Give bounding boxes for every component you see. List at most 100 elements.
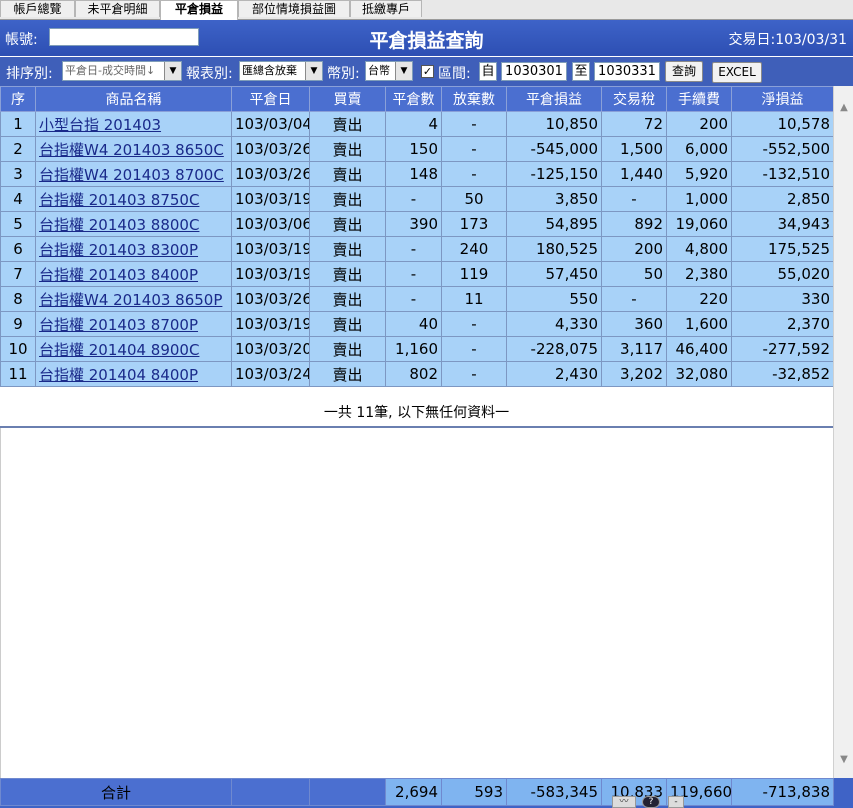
product-link[interactable]: 台指權 201403 8800C	[39, 216, 199, 234]
tab-closed-pnl[interactable]: 平倉損益	[160, 0, 238, 20]
cell-product[interactable]: 台指權 201403 8800C	[35, 211, 232, 237]
product-link[interactable]: 台指權 201404 8900C	[39, 341, 199, 359]
cell-close-pnl: -545,000	[506, 136, 602, 162]
cell-close-qty: -	[385, 286, 442, 312]
totals-label: 合計	[0, 778, 232, 806]
cell-close-qty: -	[385, 186, 442, 212]
cell-product[interactable]: 台指權W4 201403 8700C	[35, 161, 232, 187]
col-header-close-qty[interactable]: 平倉數	[385, 86, 442, 112]
cell-seq: 2	[0, 136, 36, 162]
product-link[interactable]: 台指權W4 201403 8650C	[39, 141, 224, 159]
cell-side: 賣出	[309, 236, 386, 262]
table-row[interactable]: 10 台指權 201404 8900C 103/03/20 賣出 1,160- -228,…	[0, 336, 834, 362]
cell-product[interactable]: 台指權 201403 8700P	[35, 311, 232, 337]
cell-seq: 10	[0, 336, 36, 362]
totals-close-qty: 2,694	[385, 778, 442, 806]
product-link[interactable]: 台指權 201404 8400P	[39, 366, 198, 384]
cell-seq: 3	[0, 161, 36, 187]
cell-abandon-qty: 173	[441, 211, 507, 237]
sort-label: 排序別:	[6, 66, 53, 82]
cell-product[interactable]: 台指權 201404 8400P	[35, 361, 232, 387]
report-label: 報表別:	[186, 66, 233, 82]
table-row[interactable]: 2 台指權W4 201403 8650C 103/03/26 賣出 150- -545,0…	[0, 136, 834, 162]
col-header-close-date[interactable]: 平倉日	[231, 86, 310, 112]
product-link[interactable]: 台指權W4 201403 8650P	[39, 291, 222, 309]
cell-close-pnl: 4,330	[506, 311, 602, 337]
table-row[interactable]: 7 台指權 201403 8400P 103/03/19 賣出 -119 57,450 50…	[0, 261, 834, 287]
cell-abandon-qty: -	[441, 161, 507, 187]
product-link[interactable]: 台指權 201403 8300P	[39, 241, 198, 259]
col-header-tax[interactable]: 交易稅	[601, 86, 667, 112]
cell-close-pnl: 57,450	[506, 261, 602, 287]
cell-close-qty: -	[385, 261, 442, 287]
range-checkbox[interactable]: ✓	[421, 65, 434, 78]
tab-account-overview[interactable]: 帳戶總覽	[0, 0, 75, 17]
cell-close-pnl: 550	[506, 286, 602, 312]
cell-product[interactable]: 台指權W4 201403 8650C	[35, 136, 232, 162]
range-label: 區間:	[438, 66, 471, 82]
table-row[interactable]: 11 台指權 201404 8400P 103/03/24 賣出 802-2,430 3,…	[0, 361, 834, 387]
help-icon[interactable]: ?	[642, 796, 660, 808]
cell-net-pnl: 330	[731, 286, 834, 312]
cell-fee: 46,400	[666, 336, 732, 362]
from-date-input[interactable]: 1030301	[501, 62, 567, 81]
tab-collateral-account[interactable]: 抵繳專戶	[350, 0, 422, 17]
col-header-seq[interactable]: 序	[0, 86, 36, 112]
table-header-row: 序 商品名稱 平倉日 買賣 平倉數 放棄數 平倉損益 交易稅 手續費 淨損益	[0, 86, 834, 112]
totals-abandon-qty: 593	[441, 778, 507, 806]
cell-product[interactable]: 台指權 201403 8750C	[35, 186, 232, 212]
cell-product[interactable]: 台指權 201403 8300P	[35, 236, 232, 262]
cell-net-pnl: -32,852	[731, 361, 834, 387]
cell-net-pnl: -132,510	[731, 161, 834, 187]
query-button[interactable]: 查詢	[665, 61, 703, 82]
cell-close-date: 103/03/19	[231, 261, 310, 287]
cell-product[interactable]: 台指權W4 201403 8650P	[35, 286, 232, 312]
chart-icon[interactable]: 〰	[612, 796, 636, 808]
cell-abandon-qty: 240	[441, 236, 507, 262]
cell-side: 賣出	[309, 161, 386, 187]
cell-side: 賣出	[309, 111, 386, 137]
cell-seq: 5	[0, 211, 36, 237]
cell-close-qty: 148	[385, 161, 442, 187]
report-select[interactable]: 匯總含放棄 ▼	[239, 61, 323, 81]
scroll-down-icon[interactable]: ▼	[836, 752, 852, 768]
excel-button[interactable]: EXCEL	[712, 62, 762, 83]
vertical-scrollbar[interactable]: ▲ ▼	[833, 86, 853, 778]
tab-position-scenario[interactable]: 部位情境損益圖	[238, 0, 350, 17]
table-row[interactable]: 3 台指權W4 201403 8700C 103/03/26 賣出 148- -125,1…	[0, 161, 834, 187]
col-header-close-pnl[interactable]: 平倉損益	[506, 86, 602, 112]
scroll-up-icon[interactable]: ▲	[836, 100, 852, 116]
col-header-net-pnl[interactable]: 淨損益	[731, 86, 834, 112]
table-row[interactable]: 9 台指權 201403 8700P 103/03/19 賣出 40-4,330 360 1…	[0, 311, 834, 337]
cell-product[interactable]: 小型台指 201403	[35, 111, 232, 137]
product-link[interactable]: 台指權 201403 8750C	[39, 191, 199, 209]
currency-select[interactable]: 台幣 ▼	[365, 61, 413, 81]
tab-open-positions[interactable]: 未平倉明細	[75, 0, 160, 17]
cell-side: 賣出	[309, 261, 386, 287]
totals-close-pnl: -583,345	[506, 778, 602, 806]
table-row[interactable]: 4 台指權 201403 8750C 103/03/19 賣出 -50 3,850-1,0…	[0, 186, 834, 212]
cell-close-date: 103/03/26	[231, 161, 310, 187]
product-link[interactable]: 台指權 201403 8700P	[39, 316, 198, 334]
table-row[interactable]: 5 台指權 201403 8800C 103/03/06 賣出 390 173 54,895…	[0, 211, 834, 237]
product-link[interactable]: 台指權 201403 8400P	[39, 266, 198, 284]
totals-net-pnl: -713,838	[731, 778, 834, 806]
col-header-abandon-qty[interactable]: 放棄數	[441, 86, 507, 112]
table-row[interactable]: 1 小型台指 201403 103/03/04 賣出 4-10,850 72 200 10,5…	[0, 111, 834, 137]
minimize-icon[interactable]: -	[668, 796, 684, 808]
cell-product[interactable]: 台指權 201403 8400P	[35, 261, 232, 287]
cell-product[interactable]: 台指權 201404 8900C	[35, 336, 232, 362]
cell-close-date: 103/03/06	[231, 211, 310, 237]
to-date-input[interactable]: 1030331	[594, 62, 660, 81]
col-header-product[interactable]: 商品名稱	[35, 86, 232, 112]
cell-abandon-qty: -	[441, 136, 507, 162]
tab-bar: 帳戶總覽 未平倉明細 平倉損益 部位情境損益圖 抵繳專戶	[0, 0, 853, 20]
col-header-fee[interactable]: 手續費	[666, 86, 732, 112]
table-row[interactable]: 8 台指權W4 201403 8650P 103/03/26 賣出 -11 550-220…	[0, 286, 834, 312]
cell-side: 賣出	[309, 336, 386, 362]
table-row[interactable]: 6 台指權 201403 8300P 103/03/19 賣出 -240 180,525 2…	[0, 236, 834, 262]
product-link[interactable]: 台指權W4 201403 8700C	[39, 166, 224, 184]
col-header-side[interactable]: 買賣	[309, 86, 386, 112]
product-link[interactable]: 小型台指 201403	[39, 116, 161, 134]
sort-select[interactable]: 平倉日-成交時間↓ ▼	[62, 61, 182, 81]
